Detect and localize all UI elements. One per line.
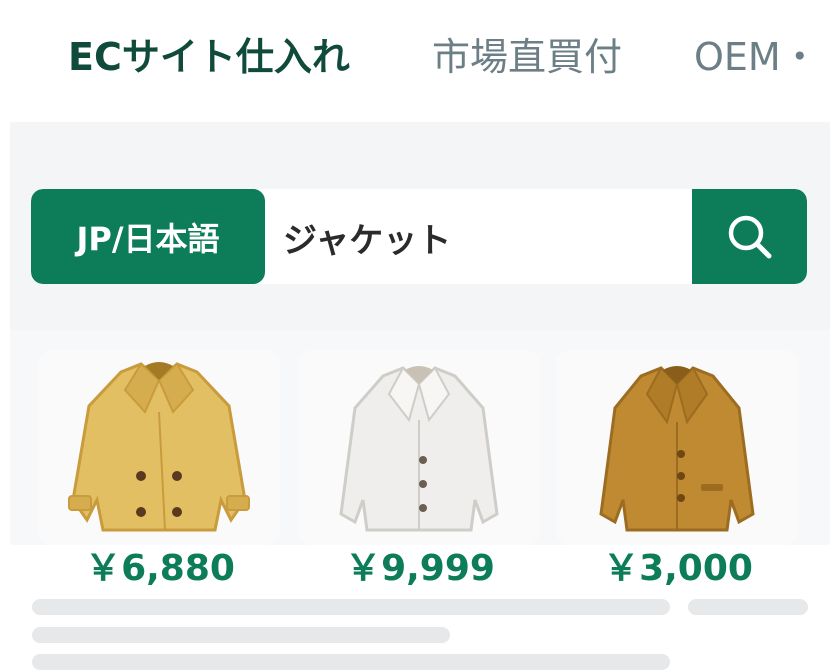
product-card[interactable] [298,350,540,545]
product-card[interactable] [38,350,280,545]
language-button[interactable]: JP/日本語 [31,189,265,284]
loading-placeholder [688,599,808,615]
loading-placeholder [32,627,450,643]
tab-oem[interactable]: OEM・ [694,32,819,82]
brown-blazer-icon [599,366,755,532]
loading-placeholder [32,654,670,670]
tab-ec-site[interactable]: ECサイト仕入れ [68,32,350,82]
tab-market-purchase[interactable]: 市場直買付 [432,32,622,82]
white-jacket-icon [339,366,499,532]
search-icon [728,215,771,258]
search-bar: JP/日本語 [31,189,807,284]
search-button[interactable] [692,189,807,284]
product-price: ￥3,000 [603,548,753,589]
category-tabs: ECサイト仕入れ 市場直買付 OEM・ [0,0,840,118]
search-input[interactable] [283,207,683,267]
pea-coat-icon [68,362,250,532]
product-price: ￥9,999 [345,548,495,589]
product-price: ￥6,880 [85,548,235,589]
product-card[interactable] [556,350,798,545]
loading-placeholder [32,599,670,615]
